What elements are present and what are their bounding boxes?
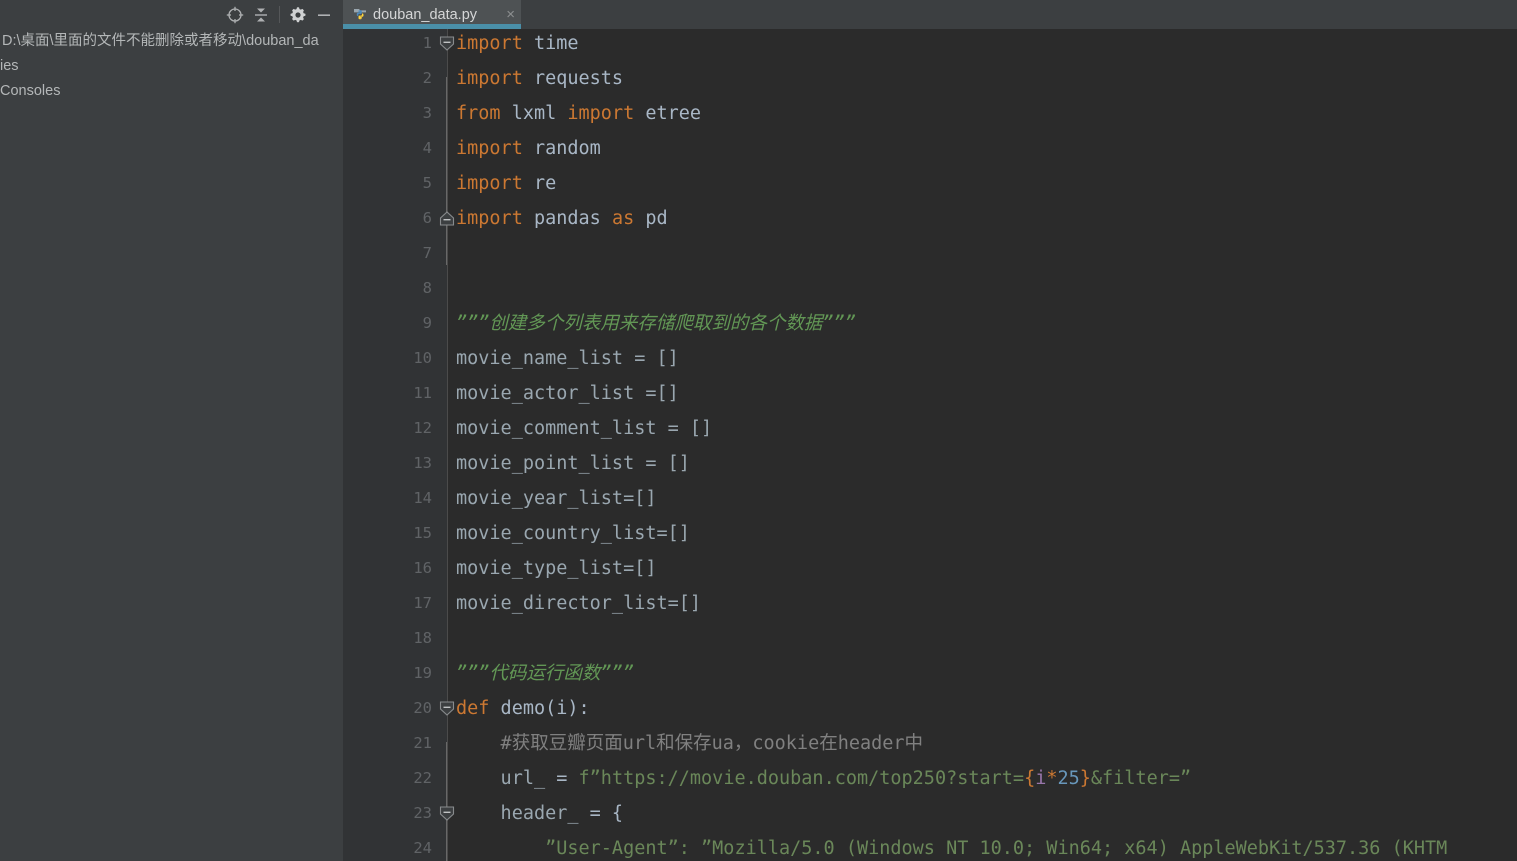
line-number: 8 — [422, 279, 432, 297]
code-line[interactable]: 19 ”””代码运行函数””” — [343, 656, 1517, 691]
code-text: movie_comment_list = [] — [456, 418, 713, 439]
line-number: 18 — [413, 629, 432, 647]
code-text: header_ = { — [456, 803, 624, 824]
line-number: 2 — [422, 69, 432, 87]
code-line[interactable]: 8 — [343, 271, 1517, 306]
project-tree[interactable]: D:\桌面\里面的文件不能删除或者移动\douban_da ies Consol… — [0, 29, 343, 861]
code-text: def demo(i): — [456, 698, 590, 719]
close-icon[interactable]: × — [506, 7, 515, 22]
line-number: 20 — [413, 699, 432, 717]
project-tool-window: D:\桌面\里面的文件不能删除或者移动\douban_da ies Consol… — [0, 0, 343, 861]
code-text: import random — [456, 138, 601, 159]
code-text: movie_director_list=[] — [456, 593, 702, 614]
code-line[interactable]: 20 def demo(i): — [343, 691, 1517, 726]
code-text: movie_point_list = [] — [456, 453, 690, 474]
fold-collapse-start-icon[interactable] — [436, 796, 458, 831]
code-text: movie_year_list=[] — [456, 488, 657, 509]
line-number: 16 — [413, 559, 432, 577]
editor-tab-strip: douban_data.py × — [343, 0, 1517, 29]
tree-item-libraries[interactable]: ies — [0, 54, 343, 79]
line-number: 4 — [422, 139, 432, 157]
code-text: movie_country_list=[] — [456, 523, 690, 544]
code-line[interactable]: 3 from lxml import etree — [343, 96, 1517, 131]
code-line[interactable]: 13 movie_point_list = [] — [343, 446, 1517, 481]
line-number: 15 — [413, 524, 432, 542]
fold-collapse-start-icon[interactable] — [436, 691, 458, 726]
line-number: 13 — [413, 454, 432, 472]
code-line[interactable]: 7 — [343, 236, 1517, 271]
code-line[interactable]: 5 import re — [343, 166, 1517, 201]
code-line[interactable]: 6 import pandas as pd — [343, 201, 1517, 236]
code-text: from lxml import etree — [456, 103, 702, 124]
line-number: 14 — [413, 489, 432, 507]
code-line[interactable]: 23 header_ = { — [343, 796, 1517, 831]
code-text: url_ = f”https://movie.douban.com/top250… — [456, 768, 1192, 789]
code-text: ”””创建多个列表用来存储爬取到的各个数据””” — [456, 313, 856, 334]
line-number: 10 — [413, 349, 432, 367]
line-number: 22 — [413, 769, 432, 787]
code-text: movie_name_list = [] — [456, 348, 679, 369]
line-number: 24 — [413, 839, 432, 857]
code-line[interactable]: 17 movie_director_list=[] — [343, 586, 1517, 621]
line-number: 17 — [413, 594, 432, 612]
line-number: 3 — [422, 104, 432, 122]
gear-icon[interactable] — [285, 2, 311, 28]
pycharm-window: D:\桌面\里面的文件不能删除或者移动\douban_da ies Consol… — [0, 0, 1517, 861]
code-text: ”User-Agent”: ”Mozilla/5.0 (Windows NT 1… — [456, 838, 1448, 859]
code-text: import requests — [456, 68, 624, 89]
code-text: import re — [456, 173, 557, 194]
code-text: ”””代码运行函数””” — [456, 663, 634, 684]
collapse-all-icon[interactable] — [248, 2, 274, 28]
tree-item-consoles[interactable]: Consoles — [0, 79, 343, 104]
line-number: 9 — [422, 314, 432, 332]
code-line[interactable]: 24 ”User-Agent”: ”Mozilla/5.0 (Windows N… — [343, 831, 1517, 861]
code-line[interactable]: 4 import random — [343, 131, 1517, 166]
line-number: 1 — [422, 34, 432, 52]
tab-label: douban_data.py — [373, 6, 478, 23]
python-file-icon — [354, 8, 366, 19]
line-number: 6 — [422, 209, 432, 227]
minimize-icon[interactable] — [311, 2, 337, 28]
project-toolbar — [0, 0, 343, 29]
code-line[interactable]: 14 movie_year_list=[] — [343, 481, 1517, 516]
code-line[interactable]: 12 movie_comment_list = [] — [343, 411, 1517, 446]
code-line[interactable]: 11 movie_actor_list =[] — [343, 376, 1517, 411]
code-line[interactable]: 9 ”””创建多个列表用来存储爬取到的各个数据””” — [343, 306, 1517, 341]
code-editor[interactable]: 1 import time 2 import requests 3 from lxml i… — [343, 29, 1517, 861]
code-line[interactable]: 2 import requests — [343, 61, 1517, 96]
line-number: 7 — [422, 244, 432, 262]
code-text: import pandas as pd — [456, 208, 668, 229]
code-text: import time — [456, 33, 579, 54]
code-line[interactable]: 1 import time — [343, 29, 1517, 61]
code-text: #获取豆瓣页面url和保存ua，cookie在header中 — [456, 733, 924, 754]
code-line[interactable]: 21 #获取豆瓣页面url和保存ua，cookie在header中 — [343, 726, 1517, 761]
code-line[interactable]: 22 url_ = f”https://movie.douban.com/top… — [343, 761, 1517, 796]
line-number: 21 — [413, 734, 432, 752]
code-line[interactable]: 10 movie_name_list = [] — [343, 341, 1517, 376]
tree-item-project-path[interactable]: D:\桌面\里面的文件不能删除或者移动\douban_da — [0, 29, 343, 54]
line-number: 12 — [413, 419, 432, 437]
fold-collapse-start-icon[interactable] — [436, 29, 458, 61]
code-line[interactable]: 18 — [343, 621, 1517, 656]
code-line[interactable]: 16 movie_type_list=[] — [343, 551, 1517, 586]
line-number: 11 — [413, 384, 432, 402]
fold-collapse-end-icon[interactable] — [436, 201, 458, 236]
code-text: movie_actor_list =[] — [456, 383, 679, 404]
line-number: 23 — [413, 804, 432, 822]
line-number: 5 — [422, 174, 432, 192]
code-line[interactable]: 15 movie_country_list=[] — [343, 516, 1517, 551]
code-text: movie_type_list=[] — [456, 558, 657, 579]
line-number: 19 — [413, 664, 432, 682]
locate-icon[interactable] — [222, 2, 248, 28]
toolbar-separator — [279, 6, 280, 23]
